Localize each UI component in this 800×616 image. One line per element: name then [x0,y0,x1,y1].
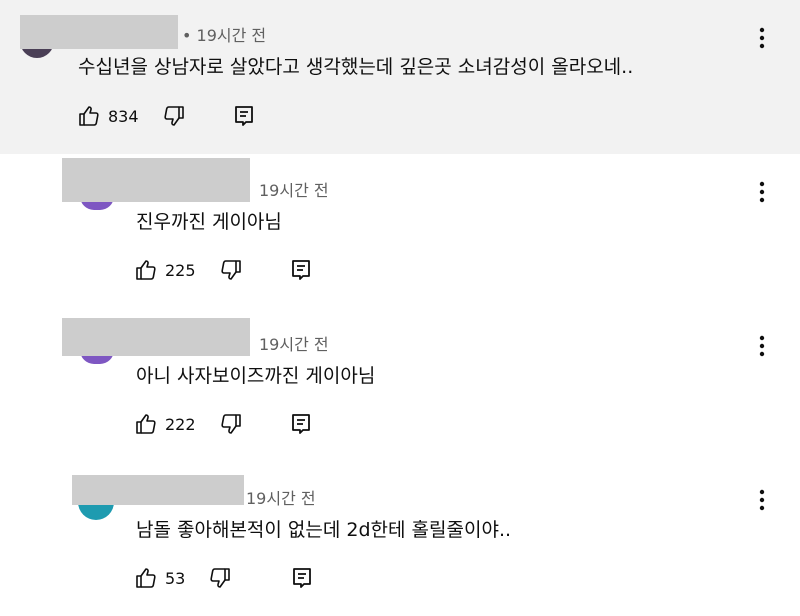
comment-item: • 19시간 전 수십년을 상남자로 살았다고 생각했는데 깊은곳 소녀감성이 … [0,0,800,154]
reply-item: 19시간 전 아니 사자보이즈까진 게이아님 222 [0,308,800,462]
comment-actions: 225 [133,255,314,285]
like-count: 834 [108,106,139,126]
reply-icon[interactable] [231,103,257,129]
thumbs-down-icon[interactable] [207,565,233,591]
like-count: 225 [165,260,196,280]
thumbs-up-icon[interactable] [133,565,159,591]
thumbs-up-icon[interactable] [133,411,159,437]
reply-icon[interactable] [288,411,314,437]
comment-timestamp: 19시간 전 [259,181,329,200]
comment-actions: 834 [76,101,257,131]
comment-timestamp: • 19시간 전 [182,26,267,45]
more-vertical-icon[interactable] [752,178,772,206]
reply-icon[interactable] [289,565,315,591]
comment-text: 남돌 좋아해본적이 없는데 2d한테 홀릴줄이야.. [136,519,512,541]
comment-text: 진우까진 게이아님 [136,211,282,233]
comment-text: 수십년을 상남자로 살았다고 생각했는데 깊은곳 소녀감성이 올라오네.. [78,56,634,78]
comment-timestamp: 19시간 전 [246,489,316,508]
thumbs-down-icon[interactable] [218,257,244,283]
thumbs-down-icon[interactable] [161,103,187,129]
comment-actions: 53 [133,563,315,593]
author-name-redacted[interactable] [20,15,178,49]
reply-icon[interactable] [288,257,314,283]
author-name-redacted[interactable] [72,475,244,505]
like-count: 53 [165,568,186,588]
comment-timestamp: 19시간 전 [259,335,329,354]
author-name-redacted[interactable] [62,318,250,356]
more-vertical-icon[interactable] [752,486,772,514]
comment-actions: 222 [133,409,314,439]
comment-text: 아니 사자보이즈까진 게이아님 [136,365,376,387]
thumbs-up-icon[interactable] [76,103,102,129]
more-vertical-icon[interactable] [752,332,772,360]
thumbs-up-icon[interactable] [133,257,159,283]
reply-item: 19시간 전 진우까진 게이아님 225 [0,154,800,308]
like-count: 222 [165,414,196,434]
more-vertical-icon[interactable] [752,24,772,52]
reply-item: 19시간 전 남돌 좋아해본적이 없는데 2d한테 홀릴줄이야.. 53 [0,462,800,616]
author-name-redacted[interactable] [62,158,250,202]
thumbs-down-icon[interactable] [218,411,244,437]
